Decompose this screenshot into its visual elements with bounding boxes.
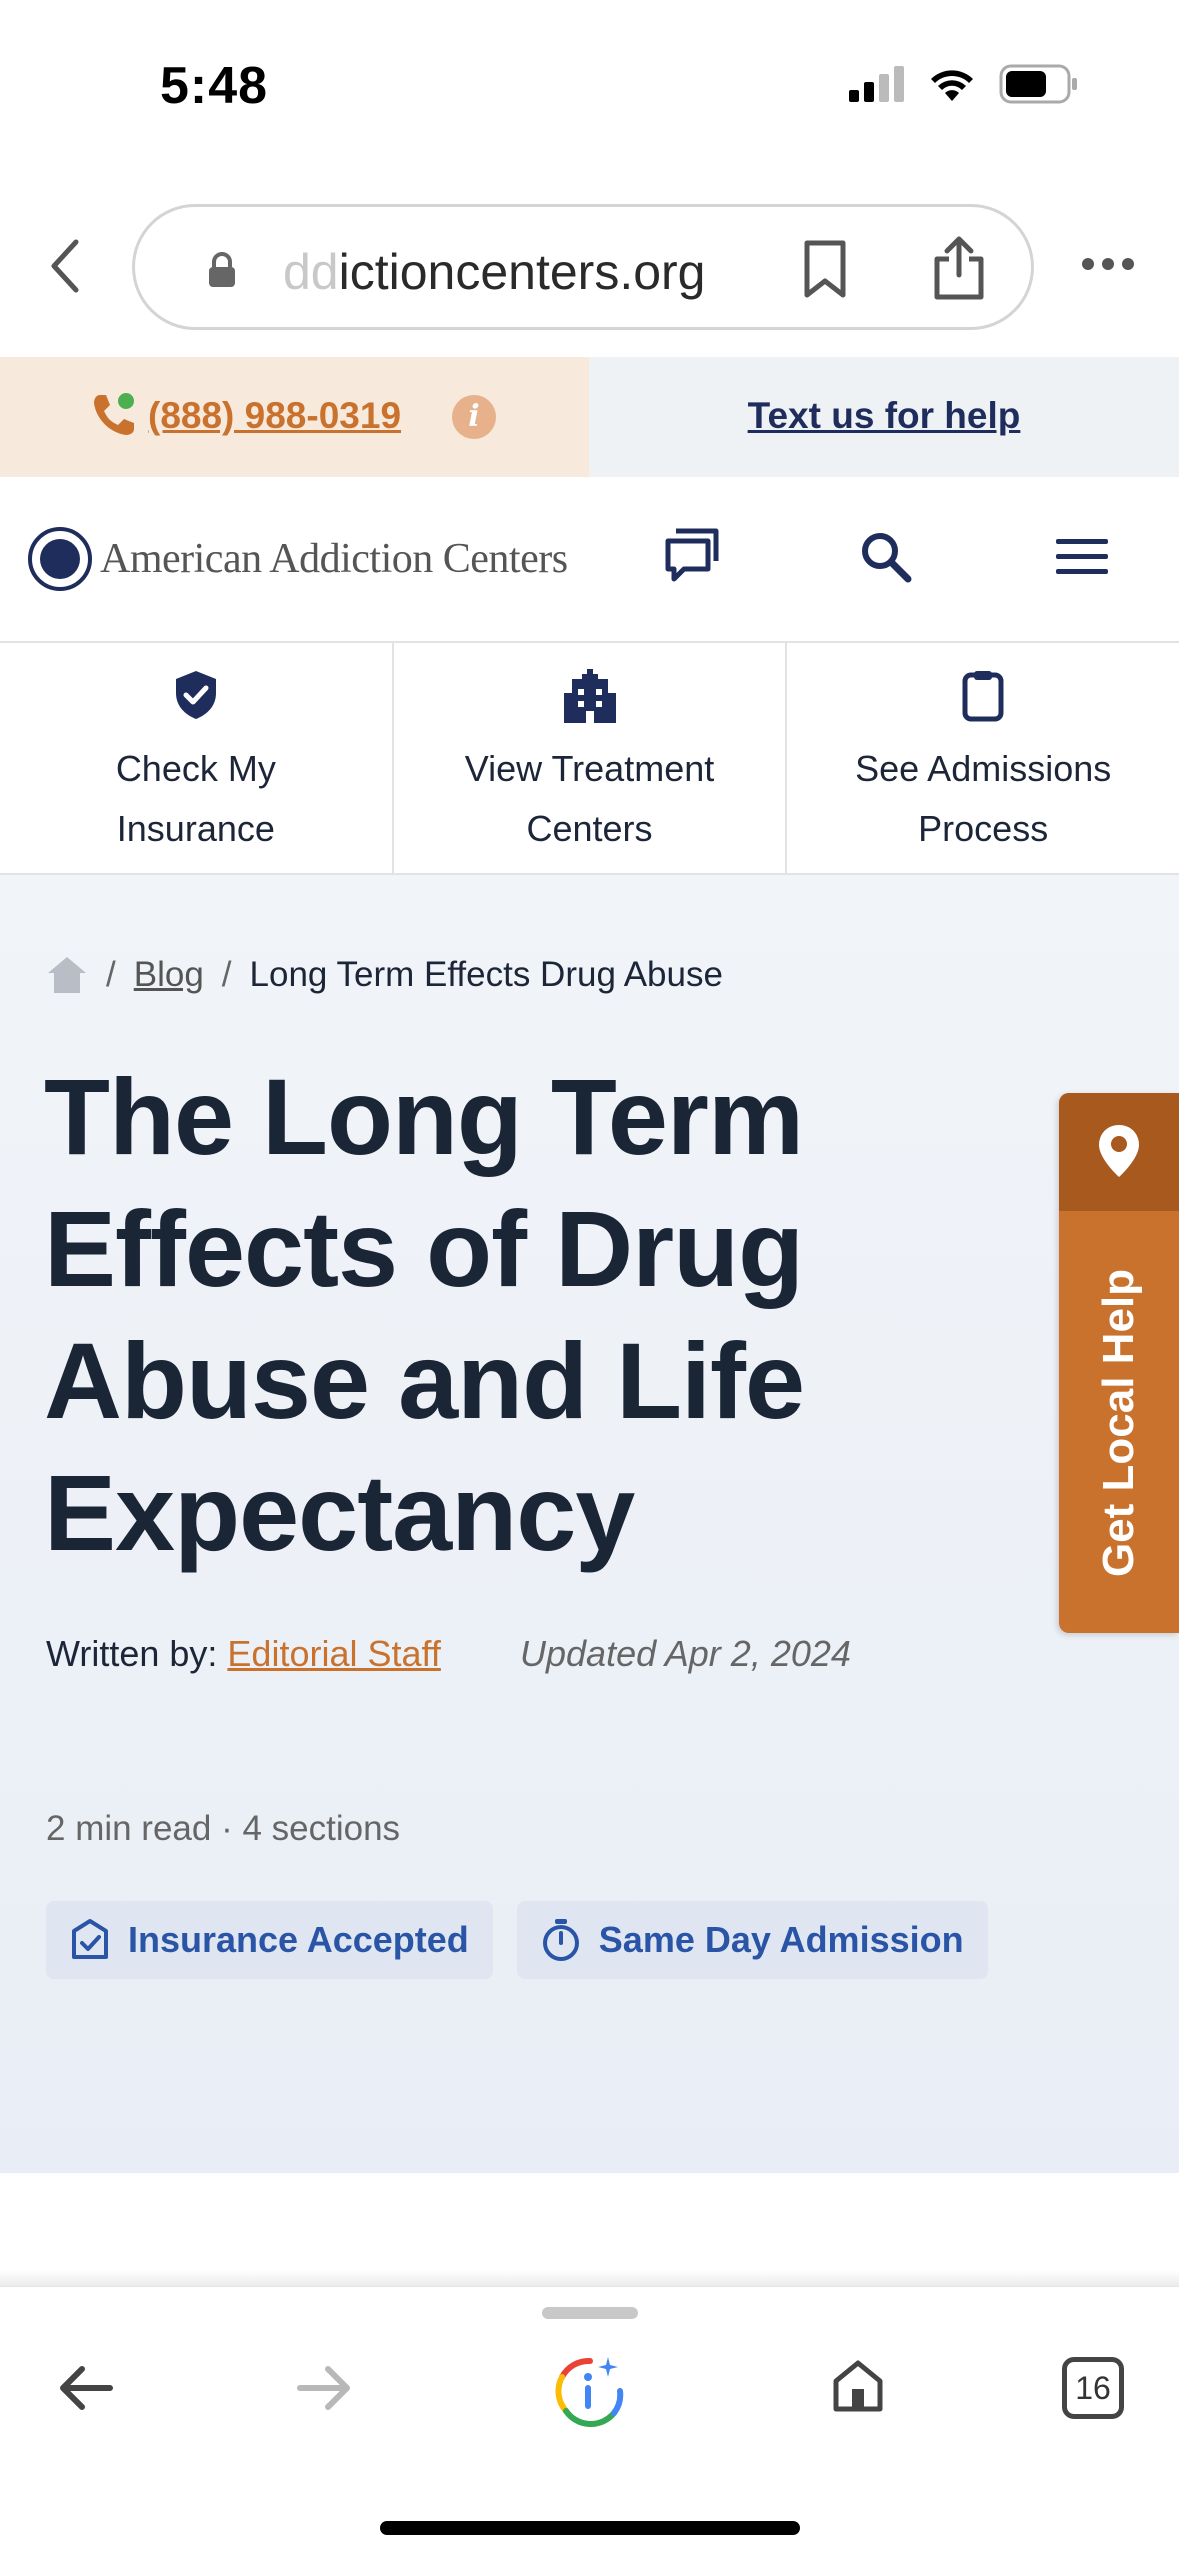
browser-url-row: ddictioncenters.org <box>0 196 1179 336</box>
url-faded-text: dd <box>283 244 339 300</box>
share-icon[interactable] <box>931 235 987 301</box>
phone-number-link[interactable]: (888) 988-0319 <box>148 395 401 437</box>
byline: Written by: Editorial Staff Updated Apr … <box>46 1633 851 1675</box>
get-local-help-tab[interactable]: Get Local Help <box>1059 1093 1179 1633</box>
text-us-link[interactable]: Text us for help <box>589 395 1179 437</box>
quick-links: Check My Insurance View Treatment Centers … <box>0 643 1179 875</box>
check-insurance-link[interactable]: Check My Insurance <box>0 643 394 873</box>
view-treatment-centers-link[interactable]: View Treatment Centers <box>394 643 788 873</box>
chat-icon[interactable] <box>662 527 722 583</box>
read-meta: 2 min read · 4 sections <box>46 1809 401 1848</box>
home-icon[interactable] <box>46 955 88 995</box>
stopwatch-icon <box>542 1919 579 1961</box>
same-day-admission-badge: Same Day Admission <box>516 1901 988 1979</box>
text-us-panel: Text us for help <box>589 357 1179 477</box>
breadcrumb-current: Long Term Effects Drug Abuse <box>249 955 723 994</box>
status-time: 5:48 <box>160 57 269 115</box>
url-main-text: ictioncenters.org <box>338 244 706 300</box>
feature-badges: Insurance Accepted Same Day Admission <box>46 1901 988 1979</box>
breadcrumb-separator: / <box>221 955 232 994</box>
breadcrumb: / Blog / Long Term Effects Drug Abuse <box>46 955 723 995</box>
drag-handle[interactable] <box>542 2307 638 2319</box>
logo-seal-icon[interactable] <box>28 527 92 591</box>
battery-icon <box>999 64 1077 104</box>
see-admissions-process-link[interactable]: See Admissions Process <box>787 643 1179 873</box>
badge-label: Same Day Admission <box>598 1919 964 1960</box>
local-help-pin-area <box>1059 1093 1179 1211</box>
updated-date: Updated Apr 2, 2024 <box>520 1633 851 1674</box>
tab-switcher-button[interactable]: 16 <box>1062 2357 1124 2419</box>
quick-link-label: See Admissions Process <box>855 748 1112 849</box>
status-bar: 5:48 <box>0 0 1179 170</box>
insurance-accepted-badge: Insurance Accepted <box>46 1901 493 1979</box>
breadcrumb-separator: / <box>106 955 116 994</box>
phone-help-panel: (888) 988-0319 i <box>0 357 589 477</box>
bookmark-icon[interactable] <box>801 239 849 299</box>
back-arrow-icon[interactable] <box>58 2363 114 2413</box>
breadcrumb-blog-link[interactable]: Blog <box>134 955 204 995</box>
help-strip: (888) 988-0319 i Text us for help <box>0 357 1179 477</box>
shield-check-icon <box>72 1919 108 1959</box>
page-title: The Long Term Effects of Drug Abuse and … <box>44 1056 805 1573</box>
google-info-icon[interactable] <box>552 2353 628 2429</box>
home-indicator <box>380 2521 800 2535</box>
status-icons <box>849 64 1079 104</box>
home-icon[interactable] <box>830 2357 886 2413</box>
browser-back-chevron-icon[interactable] <box>44 236 84 296</box>
url-text[interactable]: ddictioncenters.org <box>283 243 883 301</box>
hospital-building-icon <box>563 669 616 723</box>
article-hero: / Blog / Long Term Effects Drug Abuse Th… <box>0 875 1179 2173</box>
toolbar-shadow <box>0 2270 1179 2286</box>
address-bar[interactable]: ddictioncenters.org <box>132 204 1034 330</box>
quick-link-label: View Treatment Centers <box>464 748 715 849</box>
get-local-help-label: Get Local Help <box>1094 1268 1143 1578</box>
badge-label: Insurance Accepted <box>128 1919 469 1960</box>
quick-link-label: Check My Insurance <box>115 748 276 849</box>
hamburger-menu-icon[interactable] <box>1056 537 1108 577</box>
lock-icon <box>209 252 235 287</box>
site-logo-text[interactable]: American Addiction Centers <box>100 535 568 583</box>
cellular-signal-icon <box>849 66 904 102</box>
location-pin-icon <box>1099 1125 1139 1177</box>
site-header: American Addiction Centers <box>0 477 1179 643</box>
shield-check-icon <box>175 671 216 719</box>
forward-arrow-icon[interactable] <box>296 2363 352 2413</box>
more-options-icon[interactable] <box>1080 256 1136 272</box>
browser-bottom-toolbar: 16 <box>0 2286 1179 2556</box>
written-by-label: Written by: <box>46 1633 218 1674</box>
wifi-icon <box>931 70 973 101</box>
info-icon[interactable]: i <box>452 395 496 439</box>
clipboard-icon <box>962 671 1004 722</box>
search-icon[interactable] <box>858 529 914 585</box>
author-link[interactable]: Editorial Staff <box>227 1633 440 1674</box>
phone-icon <box>94 393 134 435</box>
